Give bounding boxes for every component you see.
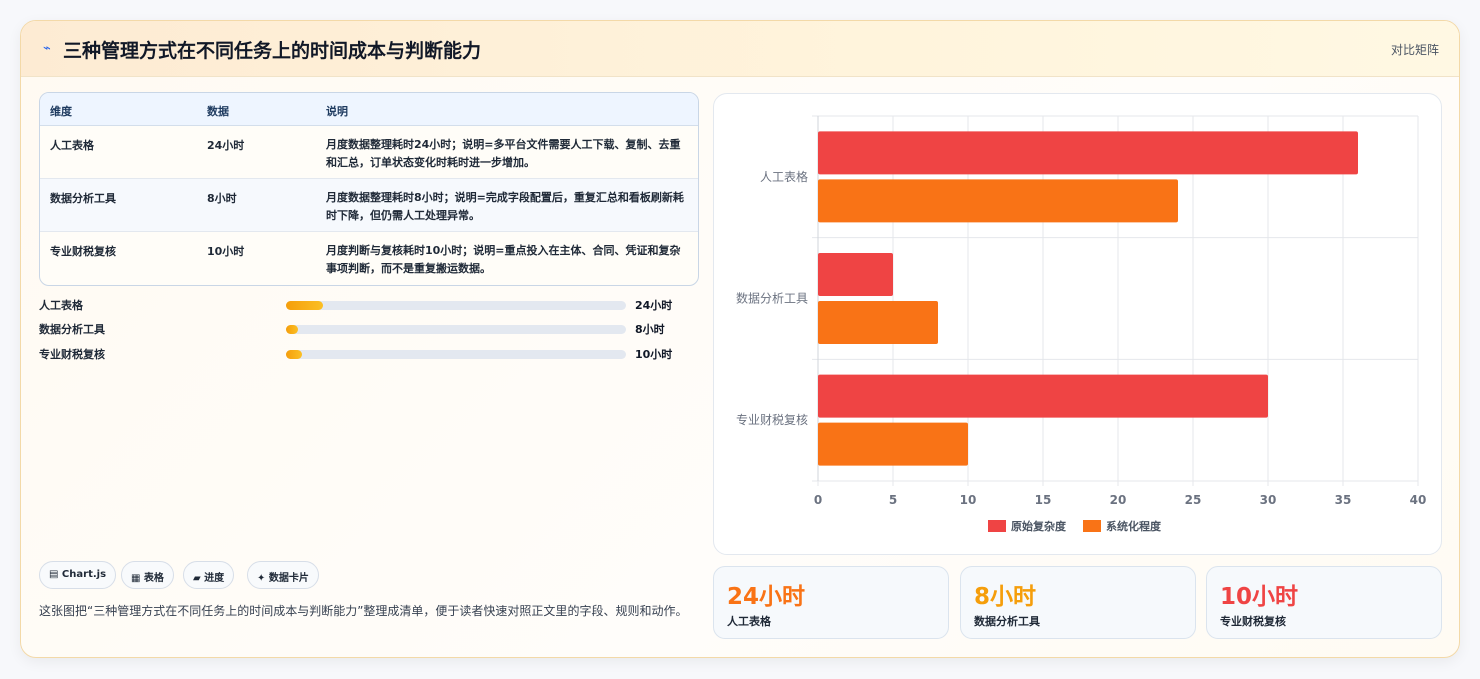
tag-progress[interactable]: ▰ 进度: [183, 561, 235, 589]
stat-label: 数据分析工具: [974, 615, 1040, 628]
progress-value: 8小时: [635, 323, 665, 336]
progress-row: 数据分析工具 8小时: [39, 319, 684, 339]
cell-dimension: 数据分析工具: [50, 192, 116, 205]
x-tick-label: 0: [814, 493, 822, 507]
legend-label: 原始复杂度: [1011, 519, 1067, 533]
col-header-dimension: 维度: [50, 105, 72, 118]
x-tick-label: 5: [889, 493, 897, 507]
cell-dimension: 人工表格: [50, 139, 94, 152]
legend-swatch: [1083, 520, 1101, 532]
bar: [818, 422, 968, 466]
legend-swatch: [988, 520, 1006, 532]
x-tick-label: 15: [1035, 493, 1052, 507]
y-tick-label: 人工表格: [760, 169, 808, 184]
col-header-note: 说明: [326, 105, 348, 118]
progress-fill: [286, 301, 324, 310]
progress-label: 人工表格: [39, 299, 83, 312]
progress-label: 数据分析工具: [39, 323, 105, 336]
table-row: 专业财税复核 10小时 月度判断与复核耗时10小时；说明=重点投入在主体、合同、…: [40, 232, 698, 285]
tag-chartjs[interactable]: ▤ Chart.js: [39, 561, 117, 589]
bar: [818, 301, 938, 344]
bar: [818, 253, 893, 296]
cell-note: 月度数据整理耗时24小时；说明=多平台文件需要人工下载、复制、去重和汇总，订单状…: [326, 138, 681, 169]
x-tick-label: 20: [1110, 493, 1127, 507]
main-card: ⌁ 三种管理方式在不同任务上的时间成本与判断能力 对比矩阵 维度 数据 说明 人…: [20, 20, 1460, 658]
bar: [818, 374, 1268, 418]
cell-note: 月度判断与复核耗时10小时；说明=重点投入在主体、合同、凭证和复杂事项判断，而不…: [326, 244, 681, 275]
x-tick-label: 30: [1260, 493, 1277, 507]
x-tick-label: 35: [1335, 493, 1352, 507]
progress-fill: [286, 325, 298, 334]
tag-data-card[interactable]: ✦ 数据卡片: [247, 561, 319, 589]
progress-label: 专业财税复核: [39, 348, 105, 361]
y-tick-label: 数据分析工具: [736, 291, 808, 306]
header-badge: 对比矩阵: [1390, 43, 1439, 57]
bolt-icon: ⌁: [43, 41, 51, 56]
progress-row: 专业财税复核 10小时: [39, 344, 684, 364]
legend-label: 系统化程度: [1106, 519, 1162, 533]
cell-data: 10小时: [207, 245, 245, 258]
data-table: 维度 数据 说明 人工表格 24小时 月度数据整理耗时24小时；说明=多平台文件…: [39, 92, 699, 286]
progress-row: 人工表格 24小时: [39, 295, 684, 315]
progress-track: [286, 325, 626, 334]
chart-card: 0 5 10 15 20 25 30 35 40 人工表格数据分析工具 专业财税复核原始复杂度 系统化…: [713, 93, 1442, 555]
stat-value: 8小时: [974, 584, 1037, 610]
bar: [818, 131, 1358, 175]
progress-track: [286, 350, 626, 359]
col-header-data: 数据: [207, 105, 229, 118]
chart-description: 这张图把“三种管理方式在不同任务上的时间成本与判断能力”整理成清单，便于读者快速…: [39, 604, 688, 618]
bar: [818, 179, 1178, 223]
x-tick-label: 40: [1410, 493, 1427, 507]
stat-value: 10小时: [1220, 584, 1299, 610]
card-header: ⌁ 三种管理方式在不同任务上的时间成本与判断能力 对比矩阵: [21, 21, 1459, 77]
progress-value: 10小时: [635, 348, 673, 361]
progress-value: 24小时: [635, 299, 673, 312]
stat-card: 8小时 数据分析工具: [960, 566, 1196, 639]
tag-table[interactable]: ▦ 表格: [121, 561, 174, 589]
progress-fill: [286, 350, 302, 359]
stat-value: 24小时: [727, 584, 806, 610]
table-header: 维度 数据 说明: [40, 93, 698, 126]
stat-card: 24小时 人工表格: [713, 566, 949, 639]
stat-label: 人工表格: [727, 615, 771, 628]
x-tick-label: 25: [1185, 493, 1202, 507]
cell-dimension: 专业财税复核: [50, 245, 116, 258]
table-row: 人工表格 24小时 月度数据整理耗时24小时；说明=多平台文件需要人工下载、复制…: [40, 126, 698, 179]
stat-label: 专业财税复核: [1220, 615, 1286, 628]
y-tick-label: 专业财税复核: [736, 412, 808, 427]
cell-data: 8小时: [207, 192, 237, 205]
cell-note: 月度数据整理耗时8小时；说明=完成字段配置后，重复汇总和看板刷新耗时下降，但仍需…: [326, 191, 684, 222]
bar-chart: 0 5 10 15 20 25 30 35 40 人工表格数据分析工具专业财税复核原始复杂度 系统化…: [736, 115, 1427, 533]
progress-track: [286, 301, 626, 310]
cell-data: 24小时: [207, 139, 245, 152]
stat-card: 10小时 专业财税复核: [1206, 566, 1442, 639]
page-title: 三种管理方式在不同任务上的时间成本与判断能力: [63, 40, 482, 62]
x-tick-label: 10: [960, 493, 977, 507]
table-row: 数据分析工具 8小时 月度数据整理耗时8小时；说明=完成字段配置后，重复汇总和看…: [40, 179, 698, 232]
